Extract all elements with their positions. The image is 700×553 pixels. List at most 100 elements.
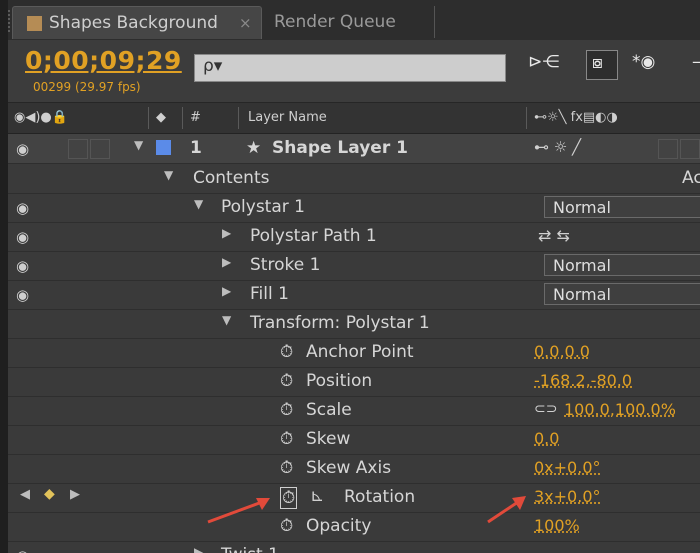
polystar-row[interactable]: ◉ ▼ Polystar 1 Normal [8, 193, 700, 223]
stroke-row[interactable]: ◉ ▶ Stroke 1 Normal [8, 251, 700, 281]
eye-icon[interactable]: ◉ [16, 199, 29, 217]
stopwatch-icon[interactable]: ⏱ [280, 342, 293, 362]
opacity-row[interactable]: ⏱ Opacity 100% [8, 512, 700, 542]
skew-axis-row[interactable]: ⏱ Skew Axis 0x+0.0° [8, 454, 700, 484]
property-name: Polystar 1 [221, 197, 305, 217]
layer-row[interactable]: ◉ ▼ 1 ★ Shape Layer 1 ⊷ ☼ ╱ [8, 134, 700, 164]
property-name: Skew Axis [306, 458, 392, 478]
draft-3d-button[interactable]: ⧇ [586, 50, 618, 80]
collapse-triangle-icon[interactable]: ▶ [222, 226, 231, 240]
label-column-icon: ◆ [156, 110, 166, 125]
composition-mini-flowchart-icon[interactable]: ⊳⋲ [528, 52, 559, 72]
constrain-proportions-icon[interactable]: ⊂⊃ [534, 401, 557, 417]
property-value[interactable]: 100.0,100.0% [564, 400, 676, 419]
path-direction-icon[interactable]: ⇄ ⇆ [538, 226, 570, 245]
skew-row[interactable]: ⏱ Skew 0.0 [8, 425, 700, 455]
number-column: # [190, 110, 201, 125]
fill-row[interactable]: ◉ ▶ Fill 1 Normal [8, 280, 700, 310]
blend-mode-select[interactable]: Normal [544, 283, 700, 305]
expand-triangle-icon[interactable]: ▼ [222, 313, 231, 327]
expand-triangle-icon[interactable]: ▼ [134, 138, 143, 152]
annotation-arrow [487, 496, 526, 524]
property-value[interactable]: 0.0,0.0 [534, 342, 590, 361]
polystar-path-row[interactable]: ◉ ▶ Polystar Path 1 ⇄ ⇆ [8, 222, 700, 252]
layer-name[interactable]: Shape Layer 1 [272, 138, 408, 158]
shy-icon[interactable]: *◉ [632, 52, 655, 72]
stopwatch-icon[interactable]: ⏱ [280, 516, 293, 536]
property-name: Transform: Polystar 1 [250, 313, 430, 333]
stopwatch-icon[interactable]: ⏱ [280, 487, 298, 509]
add-keyframe-icon[interactable]: ◆ [44, 486, 55, 502]
tab-label: Shapes Background [49, 13, 218, 33]
timeline-header: 0;00;09;29 00299 (29.97 fps) ρ▾ ⊳⋲ ⧇ *◉ … [8, 40, 700, 103]
layer-name-column[interactable]: Layer Name [248, 110, 327, 125]
frame-blending-icon[interactable]: ‒ [692, 52, 700, 72]
property-value[interactable]: 0x+0.0° [534, 458, 601, 477]
switch-box[interactable] [658, 139, 678, 159]
eye-icon[interactable]: ◉ [16, 547, 29, 553]
solo-toggle[interactable] [68, 139, 88, 159]
search-icon: ρ▾ [203, 56, 223, 76]
position-row[interactable]: ⏱ Position -168.2,-80.0 [8, 367, 700, 397]
property-name: Position [306, 371, 373, 391]
annotation-arrow [207, 498, 270, 524]
next-keyframe-icon[interactable]: ▶ [70, 487, 80, 502]
composition-color-swatch [27, 16, 42, 31]
lock-toggle[interactable] [90, 139, 110, 159]
property-name: Rotation [344, 487, 416, 507]
collapse-triangle-icon[interactable]: ▶ [194, 545, 203, 553]
expand-triangle-icon[interactable]: ▼ [194, 197, 203, 211]
property-name: Contents [193, 168, 270, 188]
expand-triangle-icon[interactable]: ▼ [164, 168, 173, 182]
property-name: Anchor Point [306, 342, 414, 362]
tab-shapes-background[interactable]: Shapes Background × [12, 6, 262, 39]
stopwatch-icon[interactable]: ⏱ [280, 458, 293, 478]
tab-bar: Shapes Background × Render Queue [8, 0, 700, 41]
anchor-point-row[interactable]: ⏱ Anchor Point 0.0,0.0 [8, 338, 700, 368]
property-value[interactable]: 0.0 [534, 429, 559, 448]
layer-switches-icon[interactable]: ⊷ ☼ ╱ [534, 138, 581, 156]
switch-box[interactable] [680, 139, 700, 159]
property-name: Skew [306, 429, 351, 449]
label-color-swatch[interactable] [156, 140, 171, 155]
collapse-triangle-icon[interactable]: ▶ [222, 255, 231, 269]
transform-row[interactable]: ▼ Transform: Polystar 1 [8, 309, 700, 339]
previous-keyframe-icon[interactable]: ◀ [20, 487, 30, 502]
property-name: Opacity [306, 516, 372, 536]
frame-count-display: 00299 (29.97 fps) [33, 80, 141, 94]
stopwatch-icon[interactable]: ⏱ [280, 429, 293, 449]
property-name: Polystar Path 1 [250, 226, 377, 246]
draft-3d-icon: ⧇ [592, 53, 603, 73]
collapse-triangle-icon[interactable]: ▶ [222, 284, 231, 298]
tab-render-queue[interactable]: Render Queue [264, 6, 435, 38]
close-icon[interactable]: × [239, 7, 252, 39]
search-input[interactable]: ρ▾ [194, 54, 506, 82]
layer-number: 1 [190, 138, 202, 158]
property-value[interactable]: 3x+0.0° [534, 487, 601, 506]
blend-mode-select[interactable]: Normal [544, 196, 700, 218]
star-icon: ★ [246, 138, 262, 158]
timeline-panel: Shapes Background × Render Queue 0;00;09… [0, 0, 700, 553]
add-label[interactable]: Ac [682, 168, 700, 188]
property-name: Fill 1 [250, 284, 289, 304]
rotation-row[interactable]: ◀ ◆ ▶ ⏱ ⊾ Rotation 3x+0.0° [8, 483, 700, 513]
eye-icon[interactable]: ◉ [16, 228, 29, 246]
stopwatch-icon[interactable]: ⏱ [280, 371, 293, 391]
eye-icon[interactable]: ◉ [16, 140, 29, 158]
current-time-display[interactable]: 0;00;09;29 [25, 46, 182, 75]
eye-column-icon: ◉◀)●🔒 [14, 110, 68, 125]
column-header: ◉◀)●🔒 ◆ # Layer Name ⊷☼╲ fx▤◐◑ [8, 103, 700, 134]
graph-editor-icon[interactable]: ⊾ [310, 486, 324, 506]
property-value[interactable]: -168.2,-80.0 [534, 371, 632, 390]
contents-row[interactable]: ▼ Contents Ac [8, 164, 700, 194]
switches-column-icon: ⊷☼╲ fx▤◐◑ [534, 110, 618, 125]
tab-label: Render Queue [274, 12, 396, 32]
stopwatch-icon[interactable]: ⏱ [280, 400, 293, 420]
blend-mode-select[interactable]: Normal [544, 254, 700, 276]
eye-icon[interactable]: ◉ [16, 286, 29, 304]
eye-icon[interactable]: ◉ [16, 257, 29, 275]
twist-row[interactable]: ◉ ▶ Twist 1 [8, 541, 700, 553]
scale-row[interactable]: ⏱ Scale ⊂⊃ 100.0,100.0% [8, 396, 700, 426]
property-name: Twist 1 [221, 545, 279, 553]
property-name: Scale [306, 400, 352, 420]
